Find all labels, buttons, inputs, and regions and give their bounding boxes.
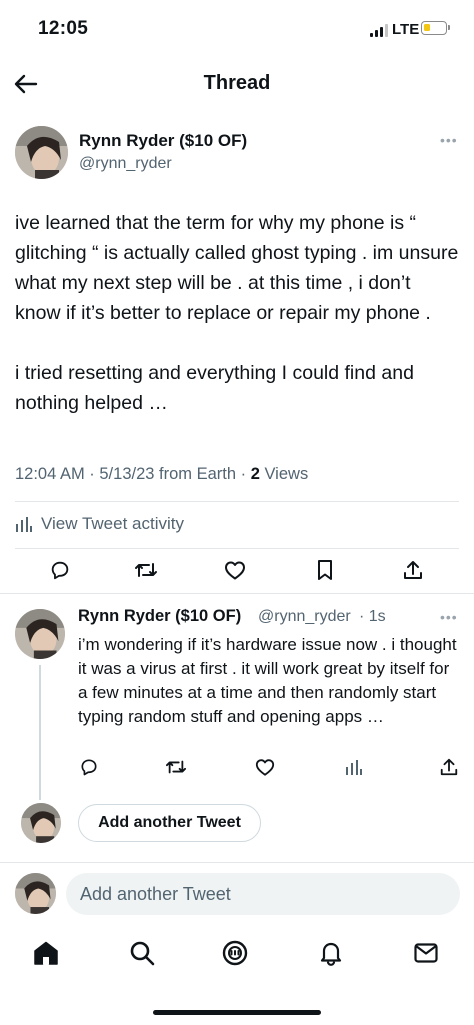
reply-icon [81,759,97,776]
bottom-tab-bar [0,930,474,990]
analytics-button[interactable] [342,755,366,779]
divider [0,593,474,594]
network-label: LTE [392,21,420,38]
activity-label: View Tweet activity [41,514,184,533]
page-title: Thread [203,72,271,94]
analytics-icon [16,517,32,532]
tweet-paragraph: ive learned that the term for why my pho… [15,212,459,324]
share-icon [440,758,458,776]
battery-icon [421,21,447,35]
back-button[interactable] [12,70,40,98]
like-button[interactable] [253,755,277,779]
tab-home[interactable] [31,938,61,968]
thread-line [39,665,41,800]
bookmark-button[interactable] [312,557,338,583]
tab-notifications[interactable] [316,938,346,968]
divider [0,862,474,863]
views-count: 2 [250,465,260,483]
bookmark-icon [318,560,332,580]
reply-author-handle[interactable]: @rynn_ryder [258,608,351,626]
divider [15,548,459,549]
reply-author-name[interactable]: Rynn Ryder ($10 OF) [78,607,241,626]
compose-placeholder: Add another Tweet [80,883,231,904]
status-time: 12:05 [38,18,89,39]
reply-time: · 1s [359,608,386,625]
tweet-text: ive learned that the term for why my pho… [15,208,461,418]
messages-icon [414,943,438,963]
retweet-icon [166,760,186,774]
compose-reply-input[interactable]: Add another Tweet [66,873,460,915]
share-button[interactable] [400,557,426,583]
reply-button[interactable] [77,755,101,779]
divider [15,501,459,502]
retweet-button[interactable] [164,755,188,779]
thread-header: Thread [0,58,474,110]
view-tweet-activity[interactable]: View Tweet activity [15,514,184,534]
reply-text: i’m wondering if it’s hardware issue now… [78,635,457,726]
like-button[interactable] [222,557,248,583]
heart-icon [225,561,245,580]
tab-communities[interactable] [220,938,250,968]
home-indicator [153,1010,321,1015]
author-name[interactable]: Rynn Ryder ($10 OF) [79,131,247,151]
add-another-tweet-button[interactable]: Add another Tweet [78,804,261,842]
status-bar: 12:05 LTE [0,0,474,58]
avatar[interactable] [15,126,68,179]
retweet-icon [135,563,157,577]
more-options-icon[interactable]: ••• [440,132,458,148]
author-handle[interactable]: @rynn_ryder [79,155,172,173]
share-button[interactable] [437,755,461,779]
retweet-button[interactable] [133,557,159,583]
search-icon [130,941,155,966]
arrow-left-icon [14,74,38,94]
analytics-icon [346,760,362,775]
tab-messages[interactable] [411,938,441,968]
signal-icon [370,23,388,37]
avatar[interactable] [21,803,61,843]
reply-button[interactable] [47,557,73,583]
avatar[interactable] [15,609,65,659]
heart-icon [255,759,275,776]
tweet-paragraph: i tried resetting and everything I could… [15,362,414,414]
share-icon [404,561,422,579]
home-icon [34,941,58,965]
communities-icon [222,940,248,966]
avatar[interactable] [15,873,56,914]
tweet-meta: 12:04 AM · 5/13/23 from Earth · 2 Views [15,465,308,484]
more-options-icon[interactable]: ••• [440,609,458,625]
battery-tip [448,25,450,30]
tweet-timestamp: 12:04 AM · 5/13/23 from Earth · [15,465,251,483]
notifications-icon [320,942,342,966]
tab-search[interactable] [127,938,157,968]
views-label: Views [259,465,309,483]
reply-icon [51,561,69,580]
